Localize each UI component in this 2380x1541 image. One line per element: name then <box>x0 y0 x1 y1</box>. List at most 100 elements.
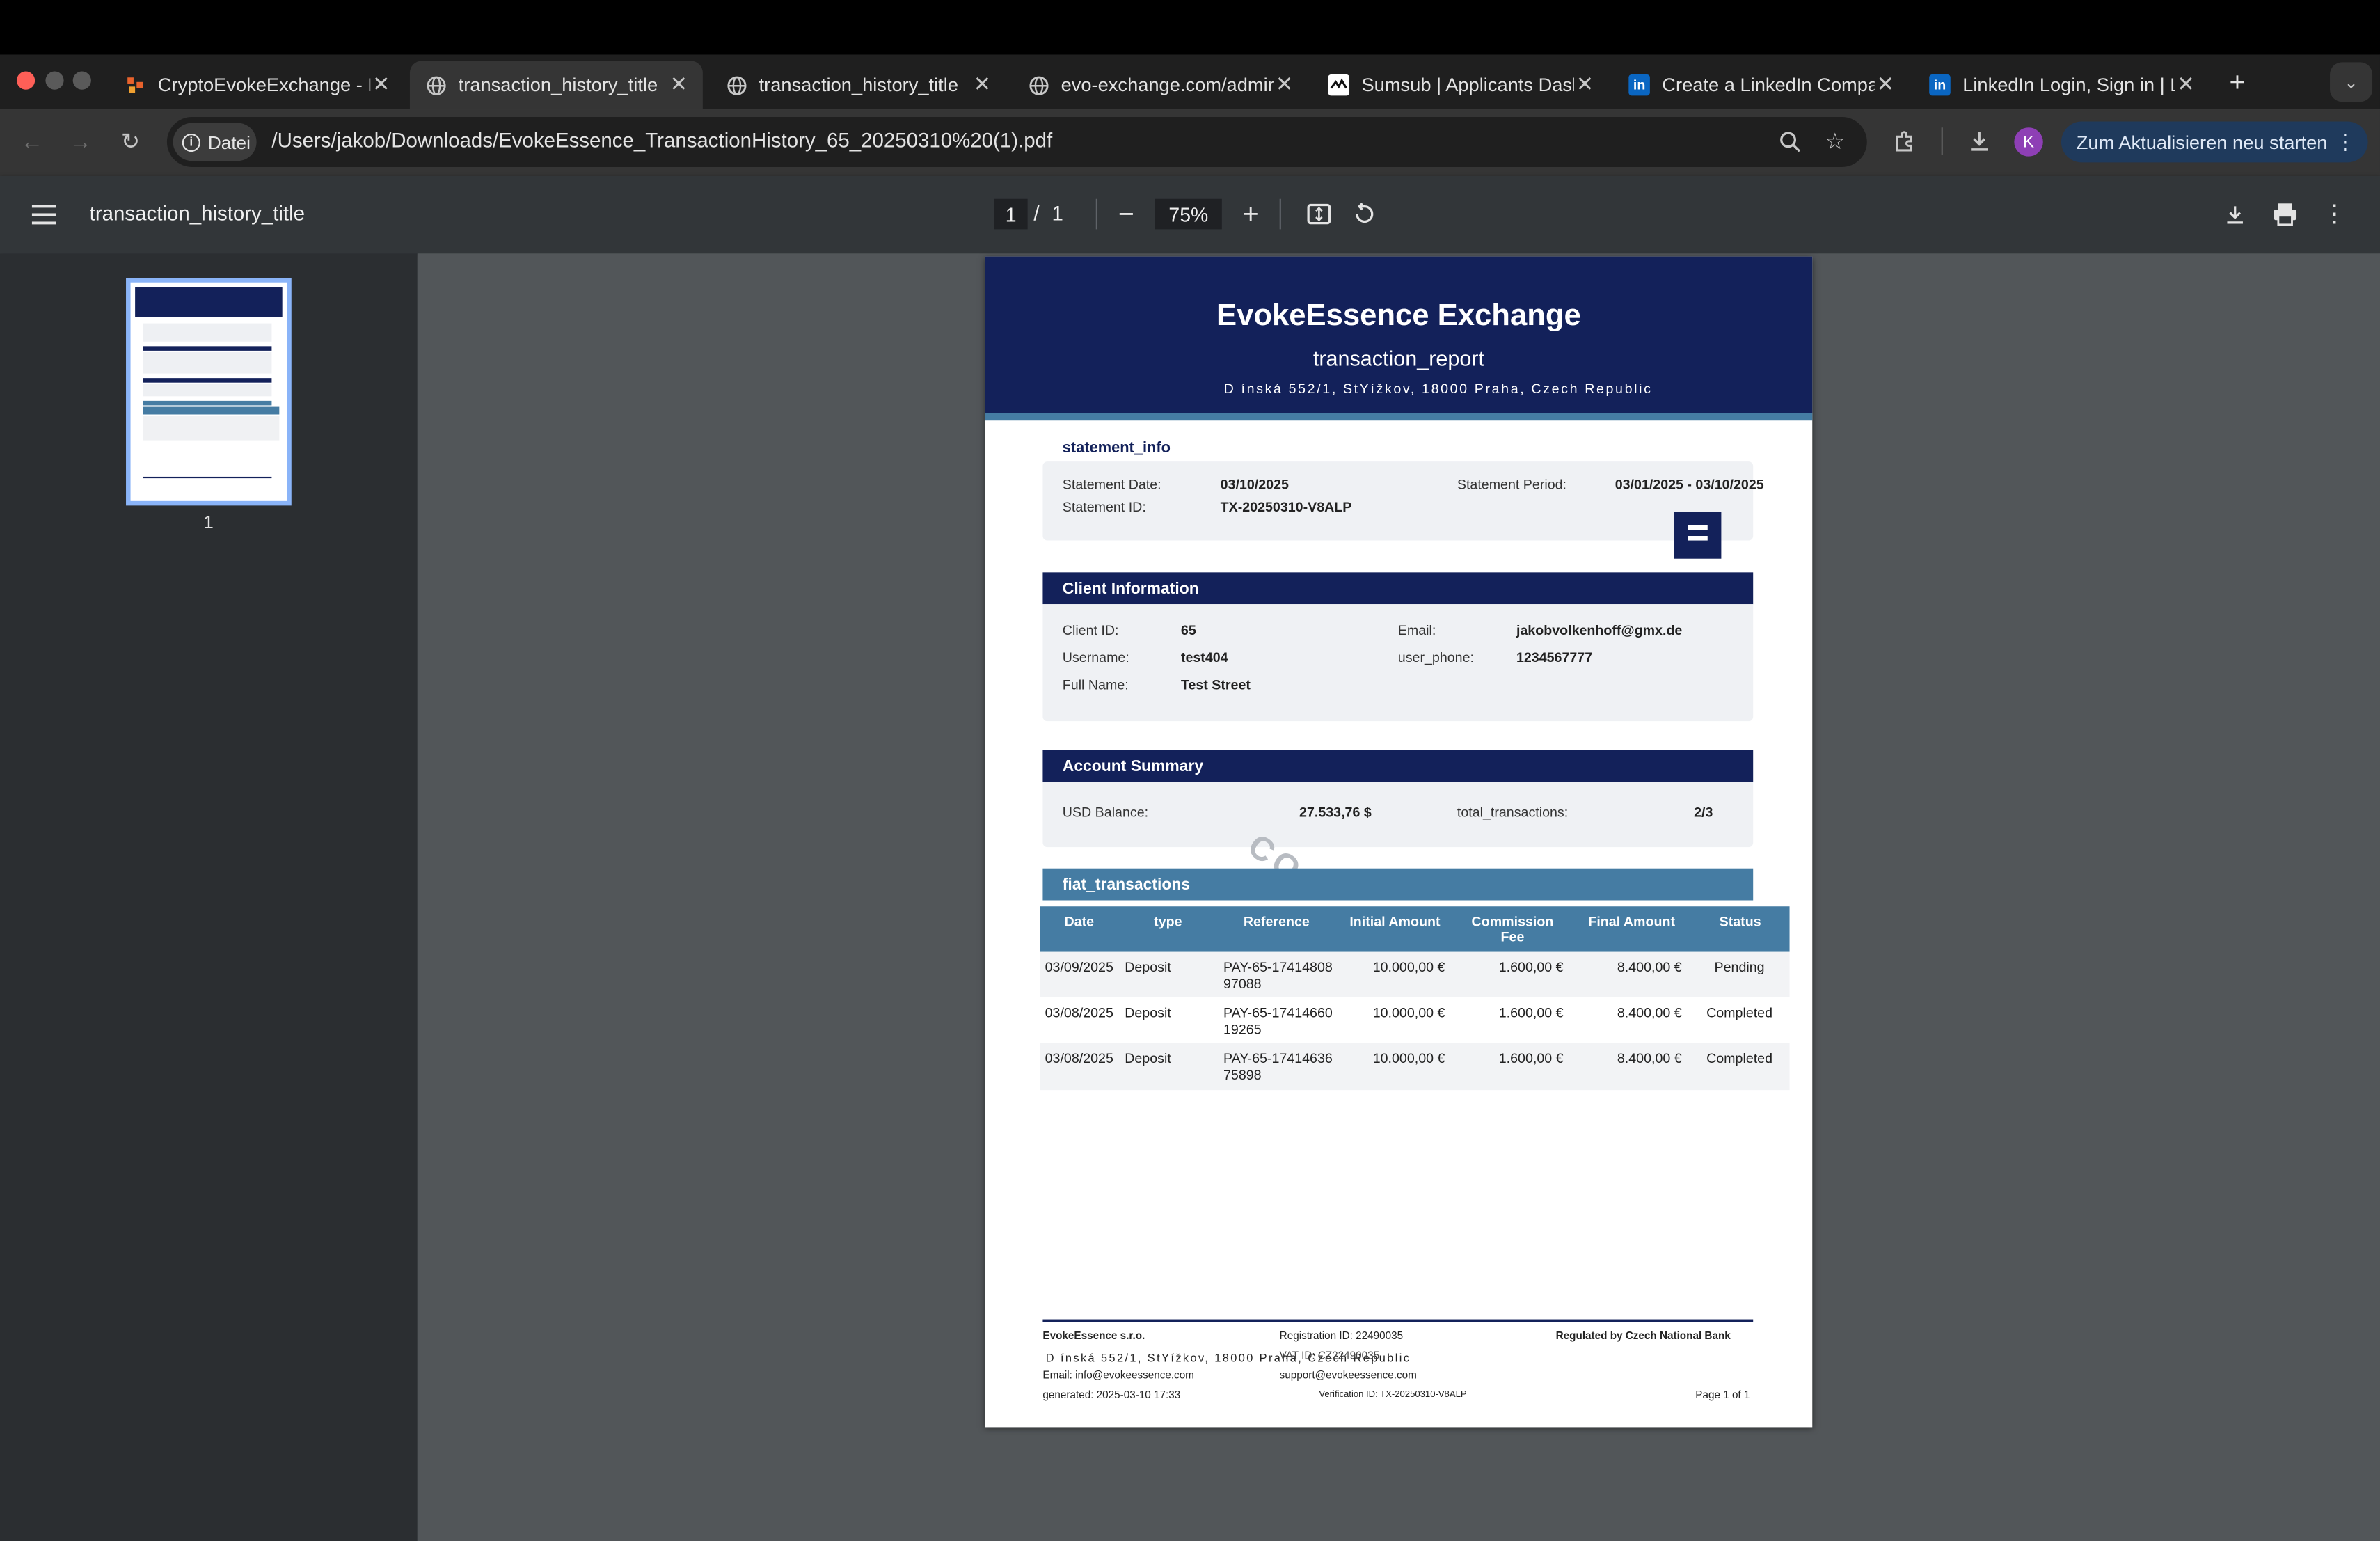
print-icon[interactable] <box>2269 199 2300 230</box>
statement-id-value: TX-20250310-V8ALP <box>1220 499 1352 515</box>
report-subtitle: transaction_report <box>1312 346 1484 371</box>
statement-date-value: 03/10/2025 <box>1220 476 1289 492</box>
page-number-input[interactable]: 1 <box>994 198 1028 230</box>
cell-commission-fee: 1.600,00 € <box>1498 959 1564 975</box>
zoom-window-button[interactable] <box>72 71 91 90</box>
cell-status: Pending <box>1714 959 1765 975</box>
cell-final-amount: 8.400,00 € <box>1617 1050 1682 1066</box>
close-tab-icon[interactable]: ✕ <box>2177 72 2195 97</box>
column-header: Commission Fee <box>1471 914 1554 945</box>
update-button[interactable]: Zum Aktualisieren neu starten ⋮ <box>2061 121 2368 163</box>
username-label: Username: <box>1062 649 1129 665</box>
total-transactions-value: 2/3 <box>1694 805 1713 820</box>
browser-tab[interactable]: Sumsub | Applicants Dasl ✕ <box>1313 61 1609 109</box>
browser-tab[interactable]: CryptoEvokeExchange - R ✕ <box>109 61 405 109</box>
close-tab-icon[interactable]: ✕ <box>1576 72 1594 97</box>
site-info-chip[interactable]: i Datei <box>173 123 257 161</box>
toolbar-divider <box>1279 198 1281 230</box>
back-icon[interactable]: ← <box>15 126 49 157</box>
cell-final-amount: 8.400,00 € <box>1617 959 1682 975</box>
tab-title: CryptoEvokeExchange - R <box>157 74 371 96</box>
cell-type: Deposit <box>1125 1005 1171 1020</box>
profile-avatar[interactable]: K <box>2014 127 2043 157</box>
download-icon[interactable] <box>2219 199 2250 230</box>
zoom-out-icon[interactable]: − <box>1111 198 1142 230</box>
bookmark-star-icon[interactable]: ☆ <box>1818 126 1852 157</box>
footer-company: EvokeEssence s.r.o. <box>1042 1331 1145 1343</box>
forward-icon[interactable]: → <box>64 126 97 157</box>
tab-title: Sumsub | Applicants Dasl <box>1361 74 1574 96</box>
page-separator: / <box>1033 202 1040 225</box>
extensions-puzzle-icon[interactable] <box>1888 126 1921 157</box>
footer-generated: generated: 2025-03-10 17:33 <box>1042 1391 1181 1402</box>
footer-regulated: Regulated by Czech National Bank <box>1555 1331 1731 1343</box>
usd-balance-label: USD Balance: <box>1062 805 1149 820</box>
cell-reference: PAY-65-1741463675898 <box>1223 1050 1333 1082</box>
menu-hamburger-icon[interactable] <box>27 199 61 230</box>
statement-date-label: Statement Date: <box>1062 476 1161 492</box>
more-menu-icon: ⋮ <box>2334 129 2356 154</box>
browser-tab[interactable]: in Create a LinkedIn Compar ✕ <box>1614 61 1910 109</box>
close-tab-icon[interactable]: ✕ <box>669 72 688 97</box>
client-id-label: Client ID: <box>1062 622 1119 638</box>
account-summary-heading: Account Summary <box>1042 750 1754 782</box>
page-thumbnail[interactable] <box>126 278 292 506</box>
close-tab-icon[interactable]: ✕ <box>1876 72 1894 97</box>
globe-icon <box>425 74 447 96</box>
header-accent-stripe <box>985 413 1813 421</box>
browser-tab[interactable]: transaction_history_title ✕ <box>711 61 1006 109</box>
usd-balance-value: 27.533,76 $ <box>1299 805 1372 820</box>
company-address: D ínská 552/1, StYížkov, 18000 Praha, Cz… <box>1223 381 1653 397</box>
zoom-search-icon[interactable] <box>1773 126 1807 157</box>
more-options-icon[interactable]: ⋮ <box>2319 199 2350 230</box>
statement-info-heading: statement_info <box>1062 440 1171 457</box>
url-text[interactable]: /Users/jakob/Downloads/EvokeEssence_Tran… <box>271 129 1052 152</box>
tab-title: LinkedIn Login, Sign in | L <box>1962 74 2175 96</box>
footer-vat: VAT ID: CZ22490035 <box>1279 1351 1380 1362</box>
column-header: Final Amount <box>1588 914 1676 929</box>
cell-reference: PAY-65-1741466019265 <box>1223 1005 1333 1036</box>
close-tab-icon[interactable]: ✕ <box>372 72 390 97</box>
browser-tab[interactable]: evo-exchange.com/admin ✕ <box>1013 61 1308 109</box>
cell-reference: PAY-65-1741480897088 <box>1223 959 1333 991</box>
statement-info-box <box>1042 461 1754 541</box>
statement-period-value: 03/01/2025 - 03/10/2025 <box>1615 476 1764 492</box>
account-summary-box <box>1042 782 1754 848</box>
total-transactions-label: total_transactions: <box>1457 805 1569 820</box>
phone-value: 1234567777 <box>1516 649 1593 665</box>
linkedin-icon: in <box>1929 74 1951 96</box>
column-header: Status <box>1719 914 1761 929</box>
zoom-input[interactable]: 75% <box>1155 198 1222 230</box>
window-top-bar <box>0 0 2380 55</box>
new-tab-icon[interactable]: + <box>2222 66 2253 97</box>
linkedin-icon: in <box>1628 74 1650 96</box>
cell-type: Deposit <box>1125 959 1171 975</box>
browser-tab-active[interactable]: transaction_history_title ✕ <box>409 61 703 110</box>
reload-icon[interactable]: ↻ <box>114 126 148 157</box>
browser-tab[interactable]: in LinkedIn Login, Sign in | L ✕ <box>1914 61 2210 109</box>
footer-registration: Registration ID: 22490035 <box>1279 1331 1404 1343</box>
cell-date: 03/08/2025 <box>1045 1005 1113 1020</box>
footer-support: support@evokeessence.com <box>1279 1370 1417 1382</box>
footer-page-number: Page 1 of 1 <box>1695 1391 1750 1402</box>
cell-initial-amount: 10.000,00 € <box>1372 1005 1445 1020</box>
client-info-heading: Client Information <box>1042 572 1754 605</box>
downloads-icon[interactable] <box>1962 126 1996 157</box>
close-window-button[interactable] <box>16 71 35 90</box>
fullname-label: Full Name: <box>1062 677 1129 693</box>
globe-icon <box>726 74 747 96</box>
tab-search-chevron-icon[interactable]: ⌄ <box>2330 62 2373 102</box>
column-header: Date <box>1064 914 1095 929</box>
fit-to-page-icon[interactable] <box>1304 199 1335 230</box>
footer-email: Email: info@evokeessence.com <box>1042 1370 1194 1382</box>
close-tab-icon[interactable]: ✕ <box>1276 72 1294 97</box>
username-value: test404 <box>1180 649 1228 665</box>
tab-title: Create a LinkedIn Compar <box>1662 74 1875 96</box>
cell-status: Completed <box>1706 1005 1773 1020</box>
cell-initial-amount: 10.000,00 € <box>1372 1050 1445 1066</box>
rotate-icon[interactable] <box>1349 199 1380 230</box>
zoom-in-icon[interactable]: + <box>1235 198 1266 230</box>
evoke-favicon-icon <box>125 74 146 96</box>
minimize-window-button[interactable] <box>45 71 64 90</box>
close-tab-icon[interactable]: ✕ <box>974 72 992 97</box>
